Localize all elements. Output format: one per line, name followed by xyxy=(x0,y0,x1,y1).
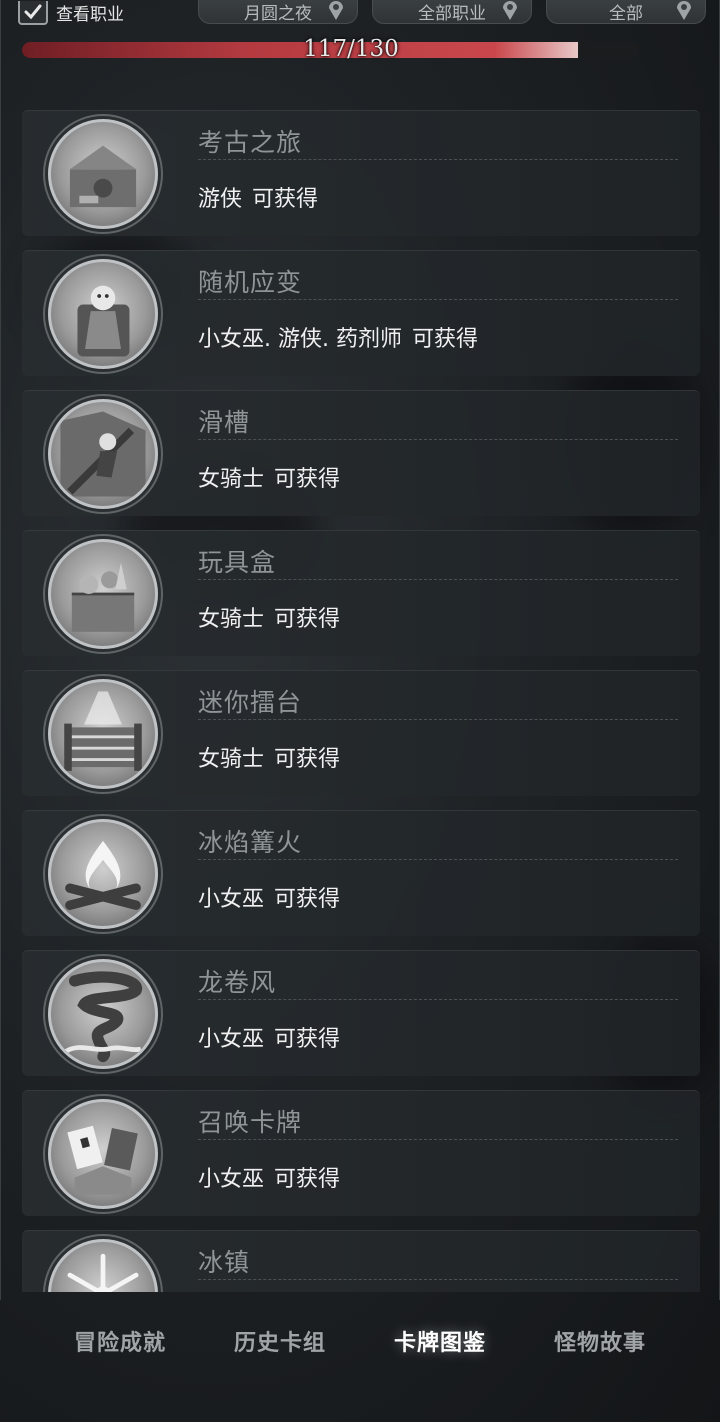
card-title: 冰焰篝火 xyxy=(198,828,303,857)
card-entry[interactable]: 召唤卡牌小女巫 可获得 xyxy=(22,1090,700,1216)
card-classes: 小女巫 xyxy=(198,1027,265,1052)
card-divider xyxy=(198,999,678,1000)
card-availability: 可获得 xyxy=(252,187,319,212)
dropdown-pin-icon xyxy=(677,1,691,20)
card-list[interactable]: 考古之旅 游侠 可获得 随机应变 小女巫. 游侠. 药剂师 可获得 滑槽 女骑士 可获得 玩具盒女… xyxy=(22,62,702,1292)
toybox-icon xyxy=(48,539,158,649)
card-classes-row: 女骑士 可获得 xyxy=(198,461,340,493)
card-title: 滑槽 xyxy=(198,408,251,437)
card-entry[interactable]: 考古之旅游侠 可获得 xyxy=(22,110,700,236)
card-divider xyxy=(198,579,678,580)
show-class-toggle[interactable]: 查看职业 xyxy=(18,0,124,25)
chute-icon xyxy=(48,399,158,509)
card-classes-row: 小女巫 可获得 xyxy=(198,1021,340,1053)
card-classes: 小女巫. 游侠. 药剂师 xyxy=(198,327,402,352)
dropdown-pin-icon xyxy=(503,1,517,20)
card-availability: 可获得 xyxy=(274,1027,341,1052)
card-classes-row: 游侠 可获得 xyxy=(198,181,318,213)
card-divider xyxy=(198,859,678,860)
card-availability: 可获得 xyxy=(274,747,341,772)
card-title: 冰镇 xyxy=(198,1248,251,1277)
card-divider xyxy=(198,299,678,300)
card-classes-row: 女骑士 可获得 xyxy=(198,741,340,773)
show-class-checkbox[interactable] xyxy=(18,0,48,25)
tab-monster-stories[interactable]: 怪物故事 xyxy=(542,1319,658,1363)
class-dropdown[interactable]: 全部职业 xyxy=(372,0,532,24)
card-divider xyxy=(198,1139,678,1140)
archaeology-icon xyxy=(48,119,158,229)
card-classes: 小女巫 xyxy=(198,1167,265,1192)
progress-text: 117/130 xyxy=(303,36,399,62)
card-entry[interactable]: 玩具盒女骑士 可获得 xyxy=(22,530,700,656)
card-classes-row: 女骑士 可获得 xyxy=(198,601,340,633)
card-availability: 可获得 xyxy=(274,607,341,632)
card-divider xyxy=(198,159,678,160)
card-classes: 女骑士 xyxy=(198,467,265,492)
class-dropdown-value: 全部职业 xyxy=(418,4,486,24)
card-title: 龙卷风 xyxy=(198,968,277,997)
card-divider xyxy=(198,439,678,440)
filter-bar: 查看职业 月圆之夜 全部职业 全部 xyxy=(0,0,720,28)
card-classes: 女骑士 xyxy=(198,607,265,632)
card-classes: 游侠 xyxy=(198,187,243,212)
card-entry[interactable]: 随机应变小女巫. 游侠. 药剂师 可获得 xyxy=(22,250,700,376)
card-title: 迷你擂台 xyxy=(198,688,303,717)
card-title: 考古之旅 xyxy=(198,128,303,157)
card-title: 随机应变 xyxy=(198,268,303,297)
bottom-tab-bar: 冒险成就 历史卡组 卡牌图鉴 怪物故事 xyxy=(0,1300,720,1382)
checkmark-icon xyxy=(24,4,42,19)
type-dropdown-value: 全部 xyxy=(609,4,643,24)
card-classes-row: 小女巫. 游侠. 药剂师 可获得 xyxy=(198,321,478,353)
card-entry[interactable]: 冰镇 xyxy=(22,1230,700,1292)
card-availability: 可获得 xyxy=(274,887,341,912)
card-divider xyxy=(198,719,678,720)
card-availability: 可获得 xyxy=(411,327,478,352)
bonfire-icon xyxy=(48,819,158,929)
card-classes-row: 小女巫 可获得 xyxy=(198,881,340,913)
version-dropdown[interactable]: 月圆之夜 xyxy=(198,0,358,24)
tab-history-decks[interactable]: 历史卡组 xyxy=(222,1319,338,1363)
tornado-icon xyxy=(48,959,158,1069)
card-divider xyxy=(198,1279,678,1280)
card-entry[interactable]: 迷你擂台女骑士 可获得 xyxy=(22,670,700,796)
boxing-ring-icon xyxy=(48,679,158,789)
card-availability: 可获得 xyxy=(274,1167,341,1192)
snowflake-icon xyxy=(48,1239,158,1292)
show-class-label: 查看职业 xyxy=(56,5,124,25)
card-classes: 小女巫 xyxy=(198,887,265,912)
type-dropdown[interactable]: 全部 xyxy=(546,0,706,24)
version-dropdown-value: 月圆之夜 xyxy=(244,4,312,24)
summon-cards-icon xyxy=(48,1099,158,1209)
dropdown-pin-icon xyxy=(329,1,343,20)
tab-card-collection[interactable]: 卡牌图鉴 xyxy=(382,1319,498,1363)
card-entry[interactable]: 冰焰篝火小女巫 可获得 xyxy=(22,810,700,936)
witch-chair-icon xyxy=(48,259,158,369)
card-entry[interactable]: 滑槽女骑士 可获得 xyxy=(22,390,700,516)
card-availability: 可获得 xyxy=(274,467,341,492)
card-title: 召唤卡牌 xyxy=(198,1108,303,1137)
card-entry[interactable]: 龙卷风小女巫 可获得 xyxy=(22,950,700,1076)
card-classes: 女骑士 xyxy=(198,747,265,772)
card-title: 玩具盒 xyxy=(198,548,277,577)
tab-adventure-achievements[interactable]: 冒险成就 xyxy=(62,1319,178,1363)
card-classes-row: 小女巫 可获得 xyxy=(198,1161,340,1193)
